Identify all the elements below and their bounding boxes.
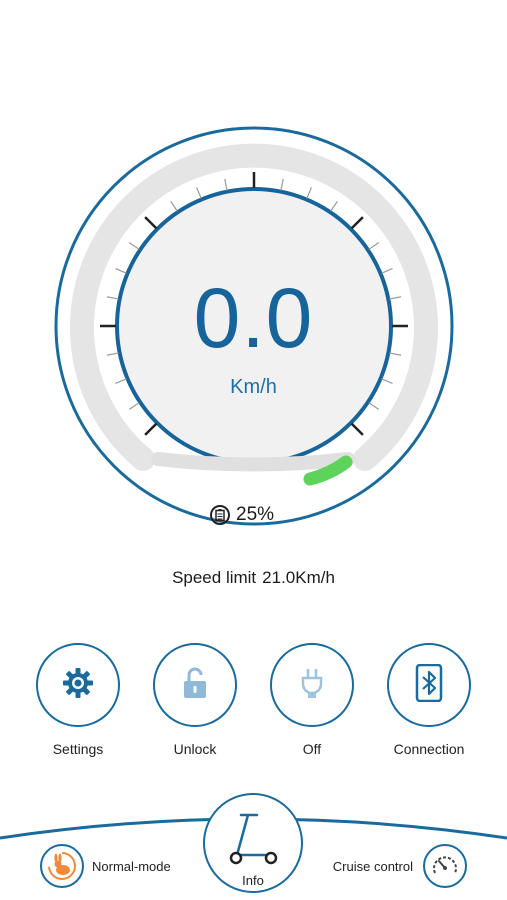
settings-label: Settings — [52, 741, 104, 757]
light-circle[interactable] — [270, 643, 354, 727]
speed-limit-value: 21.0Km/h — [262, 568, 335, 587]
speed-limit-label: Speed limit — [172, 568, 257, 587]
connection-label: Connection — [393, 741, 465, 757]
gear-icon — [61, 666, 95, 705]
speed-value: 0.0 — [193, 271, 314, 365]
unlock-circle[interactable] — [153, 643, 237, 727]
cruise-control-label: Cruise control — [332, 858, 413, 874]
battery-icon — [210, 505, 230, 525]
normal-mode-label: Normal-mode — [92, 858, 171, 874]
scooter-icon — [227, 811, 281, 872]
info-button[interactable]: Info — [203, 793, 303, 893]
normal-mode-button[interactable]: Normal-mode — [40, 844, 171, 888]
unlock-icon — [181, 666, 209, 705]
speed-unit: Km/h — [230, 376, 277, 398]
light-button[interactable]: Off — [267, 643, 357, 757]
cruise-control-button[interactable]: Cruise control — [333, 844, 467, 888]
battery-indicator: 25% — [210, 502, 300, 528]
speedometer-icon — [423, 844, 467, 888]
rabbit-icon — [40, 844, 84, 888]
unlock-button[interactable]: Unlock — [150, 643, 240, 757]
light-icon — [299, 666, 325, 705]
light-label: Off — [302, 741, 322, 757]
unlock-label: Unlock — [173, 741, 217, 757]
speed-limit: Speed limit 21.0Km/h — [0, 568, 507, 588]
connection-button[interactable]: Connection — [384, 643, 474, 757]
info-label: Info — [242, 873, 264, 888]
settings-button[interactable]: Settings — [33, 643, 123, 757]
bluetooth-icon — [415, 663, 443, 707]
battery-percent: 25% — [236, 504, 275, 525]
connection-circle[interactable] — [387, 643, 471, 727]
settings-circle[interactable] — [36, 643, 120, 727]
